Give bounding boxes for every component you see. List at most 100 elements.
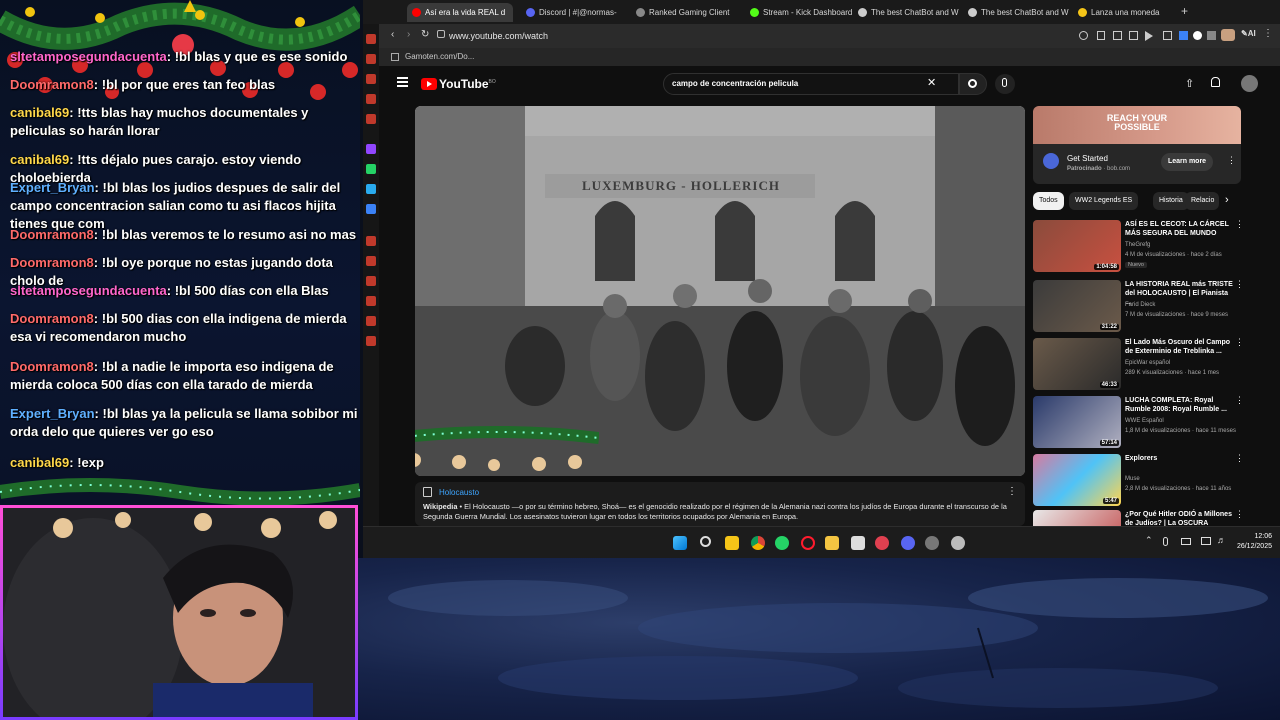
sidebar-app-icon[interactable] — [366, 114, 376, 124]
ad-sponsor-line: Patrocinado · bob.com — [1067, 166, 1131, 172]
wiki-menu-icon[interactable]: ⋮ — [1007, 486, 1017, 497]
sidebar-app-icon[interactable] — [366, 256, 376, 266]
opera-icon[interactable] — [801, 536, 815, 550]
video-menu-icon[interactable]: ⋮ — [1235, 510, 1244, 519]
chip-historia[interactable]: Historia — [1153, 192, 1189, 210]
search-button[interactable] — [959, 73, 987, 95]
extension-icon[interactable] — [1207, 31, 1216, 40]
recommended-video[interactable]: 31:22 LA HISTORIA REAL más TRISTE del HO… — [1033, 280, 1244, 334]
extension-icon[interactable] — [1129, 31, 1138, 40]
chatbot-favicon-icon — [968, 8, 977, 17]
browser-tab[interactable]: Discord | #|@normas- — [521, 3, 625, 22]
reload-sidebar-icon[interactable] — [366, 34, 376, 44]
video-menu-icon[interactable]: ⋮ — [1235, 280, 1244, 289]
learn-more-button[interactable]: Learn more — [1161, 153, 1213, 171]
app-icon[interactable] — [875, 536, 889, 550]
discord-icon[interactable] — [901, 536, 915, 550]
settings-icon[interactable] — [366, 336, 376, 346]
upload-icon[interactable]: ⇧ — [1185, 77, 1194, 90]
store-icon[interactable] — [851, 536, 865, 550]
chip-related[interactable]: Relacio — [1185, 192, 1219, 210]
chip-ww2-legends[interactable]: WW2 Legends ES — [1069, 192, 1139, 210]
chat-username: Doomramon8 — [10, 255, 94, 270]
recommended-video[interactable]: 46:33 El Lado Más Oscuro del Campo de Ex… — [1033, 338, 1244, 392]
reload-icon[interactable]: ↻ — [421, 29, 429, 40]
address-bar[interactable]: www.youtube.com/watch — [449, 28, 1069, 45]
display-tray-icon[interactable] — [1201, 537, 1211, 545]
browser-tab[interactable]: Así era la vida REAL d — [407, 3, 513, 22]
video-menu-icon[interactable]: ⋮ — [1235, 220, 1244, 229]
chat-text: !exp — [77, 455, 104, 470]
youtube-logo[interactable]: YouTubeBO — [421, 77, 496, 91]
mic-tray-icon[interactable] — [1163, 537, 1168, 546]
recommended-video[interactable]: ¿Por Qué Hitler ODIÓ a Millones de Judío… — [1033, 510, 1244, 526]
hamburger-menu-icon[interactable] — [397, 77, 408, 87]
whatsapp-icon[interactable] — [775, 536, 789, 550]
browser-tab[interactable]: The best ChatBot and W — [963, 3, 1069, 22]
notes-icon[interactable] — [725, 536, 739, 550]
ad-menu-icon[interactable]: ⋮ — [1227, 155, 1236, 166]
account-avatar[interactable] — [1241, 75, 1258, 92]
sidebar-app-icon[interactable] — [366, 276, 376, 286]
browser-tab[interactable]: Ranked Gaming Client — [631, 3, 743, 22]
sidebar-app-icon[interactable] — [366, 94, 376, 104]
chat-message: sltetamposegundacuenta: !bl blas y que e… — [10, 49, 348, 64]
chip-all[interactable]: Todos — [1033, 192, 1064, 210]
video-menu-icon[interactable]: ⋮ — [1235, 396, 1244, 405]
back-icon[interactable]: ‹ — [391, 29, 394, 40]
sponsored-ad[interactable]: REACH YOUR POSSIBLE Get Started Patrocin… — [1033, 106, 1241, 184]
bookmark-icon[interactable] — [1097, 31, 1105, 40]
wiki-link[interactable]: Holocausto — [439, 488, 479, 497]
zoom-icon[interactable] — [1079, 31, 1088, 40]
mic-icon[interactable] — [995, 74, 1015, 94]
extension-icon[interactable] — [1179, 31, 1188, 40]
sidebar-app-icon[interactable] — [366, 316, 376, 326]
sidebar-app-icon[interactable] — [366, 74, 376, 84]
recommended-video[interactable]: 5:47 Explorers Muse 2,8 M de visualizaci… — [1033, 454, 1244, 508]
video-player[interactable]: LUXEMBURG - HOLLERICH — [415, 106, 1025, 476]
video-menu-icon[interactable]: ⋮ — [1235, 454, 1244, 463]
recommended-video[interactable]: 1:04:58 ASÍ ES EL CECOT: LA CÁRCEL MÁS S… — [1033, 220, 1244, 274]
browser-tab[interactable]: Stream - Kick Dashboard — [745, 3, 855, 22]
webcam-feed — [0, 505, 358, 720]
keyboard-tray-icon[interactable] — [1181, 538, 1191, 545]
telegram-icon[interactable] — [366, 184, 376, 194]
search-input[interactable]: campo de concentración pelicula — [663, 73, 959, 95]
new-tab-button[interactable]: + — [1181, 4, 1188, 18]
start-icon[interactable] — [673, 536, 687, 550]
extension-icon[interactable] — [1113, 31, 1122, 40]
chips-next-icon[interactable]: › — [1225, 194, 1229, 206]
tray-chevron-icon[interactable]: ⌃ — [1145, 535, 1153, 546]
chrome-icon[interactable] — [751, 536, 765, 550]
app-icon[interactable] — [951, 536, 965, 550]
sidebar-app-icon[interactable] — [366, 54, 376, 64]
site-info-icon[interactable] — [437, 30, 445, 38]
menu-icon[interactable]: ⋮ — [1263, 28, 1273, 39]
whatsapp-icon[interactable] — [366, 164, 376, 174]
profile-avatar[interactable] — [1221, 29, 1235, 41]
browser-tab[interactable]: Lanza una moneda — [1073, 3, 1173, 22]
extension-icon[interactable] — [1193, 31, 1202, 40]
ai-button[interactable]: ✎AI — [1241, 29, 1256, 38]
volume-tray-icon[interactable]: ♬ — [1217, 535, 1226, 545]
taskbar-search-icon[interactable] — [700, 536, 711, 547]
bookmark-item[interactable]: Gamoten.com/Do... — [405, 52, 474, 61]
extension-icons[interactable]: ✎AI ⋮ — [1079, 28, 1273, 43]
browser-tab[interactable]: The best ChatBot and W — [853, 3, 959, 22]
play-icon[interactable] — [1145, 31, 1153, 41]
notifications-icon[interactable] — [1211, 77, 1220, 87]
video-menu-icon[interactable]: ⋮ — [1235, 338, 1244, 347]
sidebar-app-icon[interactable] — [366, 204, 376, 214]
video-meta: 4 M de visualizaciones · hace 2 días — [1125, 252, 1222, 258]
extension-icon[interactable] — [1163, 31, 1172, 40]
file-explorer-icon[interactable] — [825, 536, 839, 550]
chat-message: Doomramon8: !bl blas veremos te lo resum… — [10, 227, 357, 242]
history-icon[interactable] — [366, 236, 376, 246]
recommended-video[interactable]: 57:14 LUCHA COMPLETA: Royal Rumble 2008:… — [1033, 396, 1244, 450]
forward-icon[interactable]: › — [407, 29, 410, 40]
download-icon[interactable] — [366, 296, 376, 306]
taskbar-clock[interactable]: 12:06 26/12/2025 — [1237, 532, 1272, 552]
twitch-icon[interactable] — [366, 144, 376, 154]
app-icon[interactable] — [925, 536, 939, 550]
clear-search-icon[interactable]: ✕ — [927, 76, 936, 89]
